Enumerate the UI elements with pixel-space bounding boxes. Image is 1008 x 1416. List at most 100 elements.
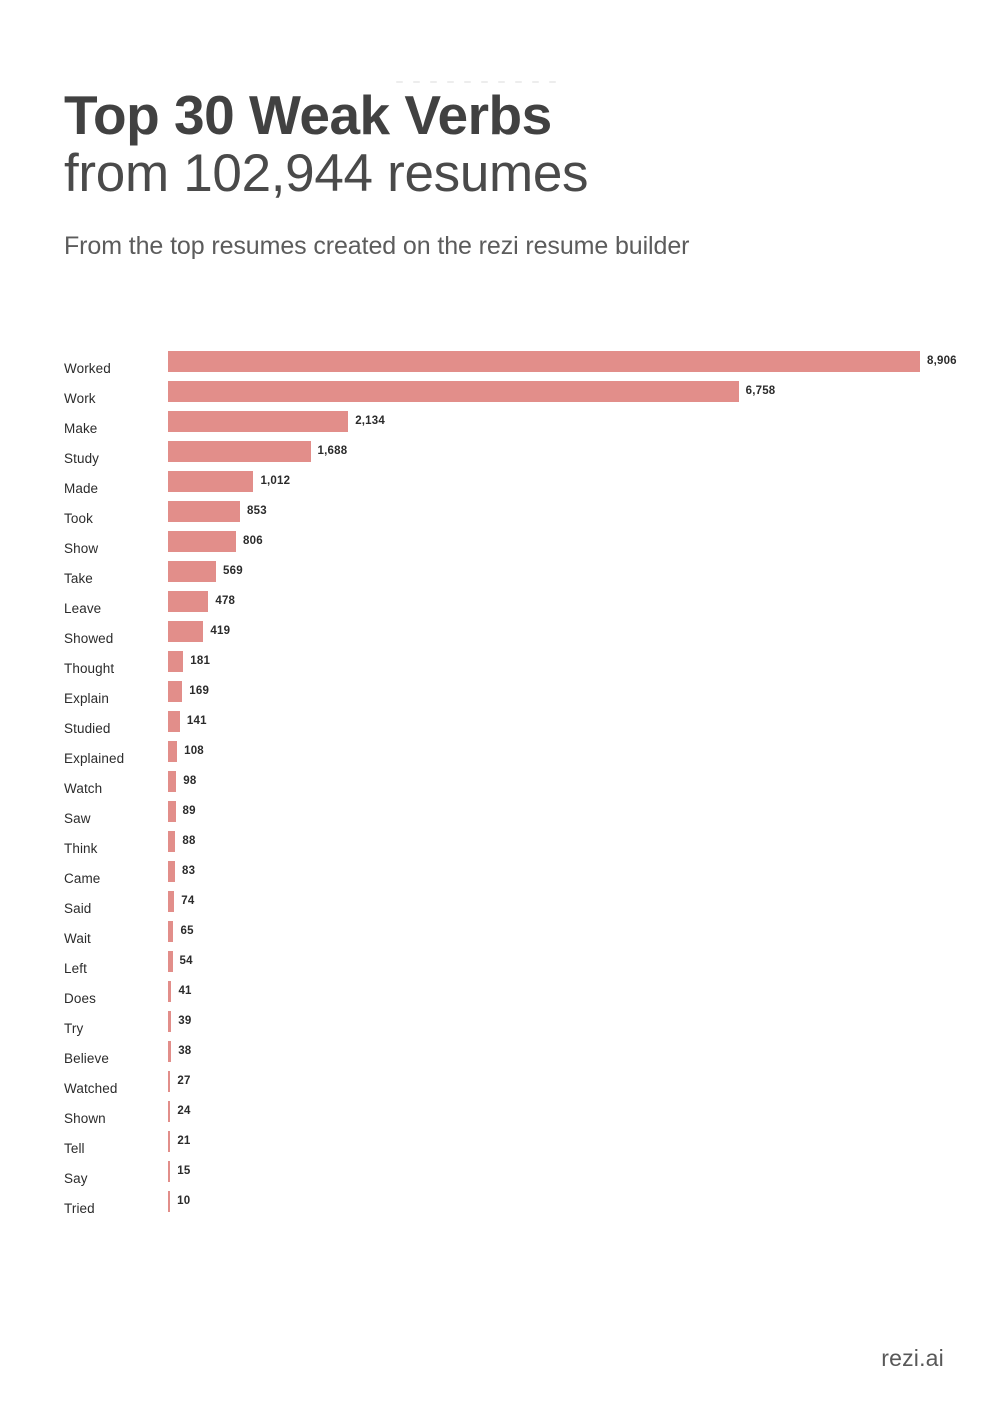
bar-category-label-text: Watch <box>64 781 103 796</box>
bar-track: 41 <box>168 976 1000 1006</box>
page-title-primary: Top 30 Weak Verbs <box>64 84 552 146</box>
bar-value-label: 8,906 <box>927 355 957 367</box>
bar-category-label-text: Watched <box>64 1081 118 1096</box>
bar-value-label: 38 <box>178 1045 192 1057</box>
bar-value-label: 6,758 <box>745 385 776 397</box>
bar-track: 15 <box>168 1156 1000 1186</box>
bar-track: 169 <box>168 676 1000 706</box>
bar-value-label: 27 <box>177 1075 191 1087</box>
bar <box>168 1010 172 1032</box>
bar-category-label-text: Make <box>64 421 98 436</box>
bar <box>168 800 176 822</box>
bar-value-label: 83 <box>182 865 196 877</box>
chart-row: Made 1,012 <box>0 466 1008 496</box>
chart-row: Tell 21 <box>0 1126 1008 1156</box>
bar <box>168 860 175 882</box>
bar <box>168 1070 171 1092</box>
bar <box>168 980 172 1002</box>
bar-track: 54 <box>168 946 1000 976</box>
bar-value-label: 54 <box>179 955 193 967</box>
chart-row: Does 41 <box>0 976 1008 1006</box>
bar-value-label: 1,012 <box>260 475 291 487</box>
bar-track: 853 <box>168 496 1000 526</box>
chart-row: Say 15 <box>0 1156 1008 1186</box>
bar-value-label: 141 <box>186 715 207 727</box>
bar-value-label: 806 <box>243 535 263 547</box>
bar-value-label: 39 <box>178 1015 192 1027</box>
bar-value-label: 2,134 <box>355 415 385 427</box>
bar-track: 10 <box>168 1186 1000 1216</box>
bar-category-label-text: Leave <box>64 601 102 616</box>
chart-row: Leave 478 <box>0 586 1008 616</box>
chart-row: Showed 419 <box>0 616 1008 646</box>
bar-value-label: 88 <box>182 835 196 847</box>
bar <box>168 440 311 462</box>
bar-value-label: 21 <box>177 1135 191 1147</box>
bar <box>168 740 178 762</box>
bar <box>168 710 180 732</box>
bar-track: 108 <box>168 736 1000 766</box>
chart-row: Explained 108 <box>0 736 1008 766</box>
bar <box>168 380 739 402</box>
bar-category-label-text: Left <box>64 961 87 976</box>
page-subtitle: From the top resumes created on the rezi… <box>64 231 690 260</box>
bar-value-label: 169 <box>189 685 210 697</box>
chart-row: Explain 169 <box>0 676 1008 706</box>
bar-track: 1,012 <box>168 466 1000 496</box>
bar <box>168 1040 172 1062</box>
bar-value-label: 10 <box>177 1195 191 1207</box>
chart-row: Believe 38 <box>0 1036 1008 1066</box>
bar-track: 74 <box>168 886 1000 916</box>
bar-category-label-text: Work <box>64 391 96 406</box>
bar-category-label-text: Studied <box>64 721 111 736</box>
bar-track: 141 <box>168 706 1000 736</box>
bar <box>168 410 349 432</box>
chart-row: Try 39 <box>0 1006 1008 1036</box>
bar-category-label-text: Believe <box>64 1051 109 1066</box>
bar-value-label: 419 <box>210 625 231 637</box>
bar-category-label-text: Made <box>64 481 99 496</box>
bar-category-label-text: Saw <box>64 811 91 826</box>
bar <box>168 680 183 702</box>
bar-category-label-text: Think <box>64 841 98 856</box>
chart-row: Tried 10 <box>0 1186 1008 1216</box>
bar <box>168 890 175 912</box>
bar-value-label: 24 <box>177 1105 191 1117</box>
bar <box>168 1100 171 1122</box>
bar-track: 24 <box>168 1096 1000 1126</box>
page-title-secondary: from 102,944 resumes <box>64 144 589 204</box>
bar-category-label-text: Try <box>64 1021 84 1036</box>
chart-row: Thought 181 <box>0 646 1008 676</box>
bar-value-label: 181 <box>190 655 211 667</box>
chart-row: Think 88 <box>0 826 1008 856</box>
chart-row: Left 54 <box>0 946 1008 976</box>
bar-track: 569 <box>168 556 1000 586</box>
bar <box>168 830 176 852</box>
bar-value-label: 569 <box>223 565 243 577</box>
bar <box>168 770 177 792</box>
bar-track: 38 <box>168 1036 1000 1066</box>
bar-category-label-text: Study <box>64 451 100 466</box>
bar-category-label-text: Thought <box>64 661 115 676</box>
bar-track: 2,134 <box>168 406 1000 436</box>
bar-category-label-text: Took <box>64 511 93 526</box>
bar <box>168 650 184 672</box>
bar-track: 21 <box>168 1126 1000 1156</box>
chart-row: Watched 27 <box>0 1066 1008 1096</box>
bar-value-label: 41 <box>178 985 192 997</box>
bar-category-label-text: Said <box>64 901 92 916</box>
chart-row: Make 2,134 <box>0 406 1008 436</box>
bar-category-label-text: Came <box>64 871 101 886</box>
chart-row: Show 806 <box>0 526 1008 556</box>
infographic-page: Top 30 Weak Verbs from 102,944 resumes F… <box>0 0 1008 1416</box>
bar-category-label-text: Explain <box>64 691 109 706</box>
bar <box>168 530 237 552</box>
bar <box>168 1130 171 1152</box>
bar <box>168 350 920 372</box>
bar-track: 1,688 <box>168 436 1000 466</box>
brand-footer: rezi.ai <box>881 1345 944 1371</box>
bar <box>168 500 241 522</box>
chart-row: Said 74 <box>0 886 1008 916</box>
bar-value-label: 15 <box>177 1165 191 1177</box>
bar <box>168 950 173 972</box>
